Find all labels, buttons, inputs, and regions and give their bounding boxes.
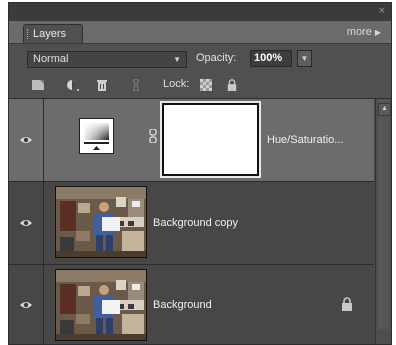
- adjustment-layer-icon[interactable]: [65, 79, 79, 91]
- layers-list: Hue/Saturatio... Background copy Backgro…: [9, 99, 374, 344]
- hue-saturation-icon: [84, 123, 109, 150]
- layer-thumbnail[interactable]: [55, 269, 147, 341]
- close-icon[interactable]: ×: [379, 5, 385, 17]
- lock-label: Lock:: [163, 78, 190, 90]
- more-label: more: [346, 26, 372, 38]
- lock-icon: [341, 297, 353, 311]
- lock-all-icon[interactable]: [225, 79, 239, 91]
- scrollbar-thumb[interactable]: [378, 99, 389, 329]
- layer-row-background[interactable]: Background: [9, 265, 374, 344]
- layer-row-hue-saturation[interactable]: Hue/Saturatio...: [9, 99, 374, 182]
- visibility-toggle[interactable]: [9, 182, 44, 264]
- layer-thumbnail[interactable]: [55, 186, 147, 258]
- tab-layers-label: Layers: [33, 28, 67, 40]
- layer-name: Background: [153, 299, 212, 311]
- layer-mask-thumbnail[interactable]: [160, 101, 261, 178]
- vertical-scrollbar[interactable]: ▲: [375, 99, 391, 344]
- chevron-down-icon: ▼: [173, 55, 181, 64]
- layer-options-row: Normal ▼ Opacity: 100% ▼: [9, 44, 391, 70]
- new-layer-icon[interactable]: [31, 79, 45, 91]
- visibility-toggle[interactable]: [9, 99, 44, 181]
- layers-panel: × Layers more▶ Normal ▼ Opacity: 100% ▼: [8, 2, 392, 345]
- lock-transparency-icon[interactable]: [199, 79, 213, 91]
- layer-name: Background copy: [153, 217, 238, 229]
- more-menu-button[interactable]: more ▶: [347, 26, 381, 38]
- adjustment-layer-thumbnail[interactable]: [79, 118, 114, 154]
- eye-icon[interactable]: [19, 218, 33, 228]
- opacity-label: Opacity:: [196, 52, 237, 64]
- layer-name: Hue/Saturatio...: [267, 134, 344, 146]
- visibility-toggle[interactable]: [9, 265, 44, 344]
- trash-icon[interactable]: [95, 79, 109, 91]
- link-icon[interactable]: [129, 79, 143, 91]
- layer-row-background-copy[interactable]: Background copy: [9, 182, 374, 265]
- scroll-up-arrow-icon[interactable]: ▲: [378, 103, 391, 116]
- triangle-right-icon: ▶: [374, 28, 381, 37]
- photo-thumbnail-image: [56, 270, 147, 341]
- eye-icon[interactable]: [19, 135, 33, 145]
- grip-icon[interactable]: [27, 29, 30, 39]
- tab-bar: Layers more ▶: [9, 21, 391, 44]
- opacity-input[interactable]: 100%: [250, 50, 292, 67]
- eye-icon[interactable]: [19, 300, 33, 310]
- blend-mode-select[interactable]: Normal ▼: [27, 51, 187, 68]
- photo-thumbnail-image: [56, 187, 147, 258]
- panel-title-bar: ×: [9, 3, 391, 21]
- tab-layers[interactable]: Layers: [23, 24, 83, 43]
- blend-mode-value: Normal: [33, 53, 69, 65]
- opacity-dropdown-button[interactable]: ▼: [297, 50, 312, 67]
- layer-tools-row: Lock:: [9, 70, 391, 99]
- chain-link-icon[interactable]: [149, 129, 157, 143]
